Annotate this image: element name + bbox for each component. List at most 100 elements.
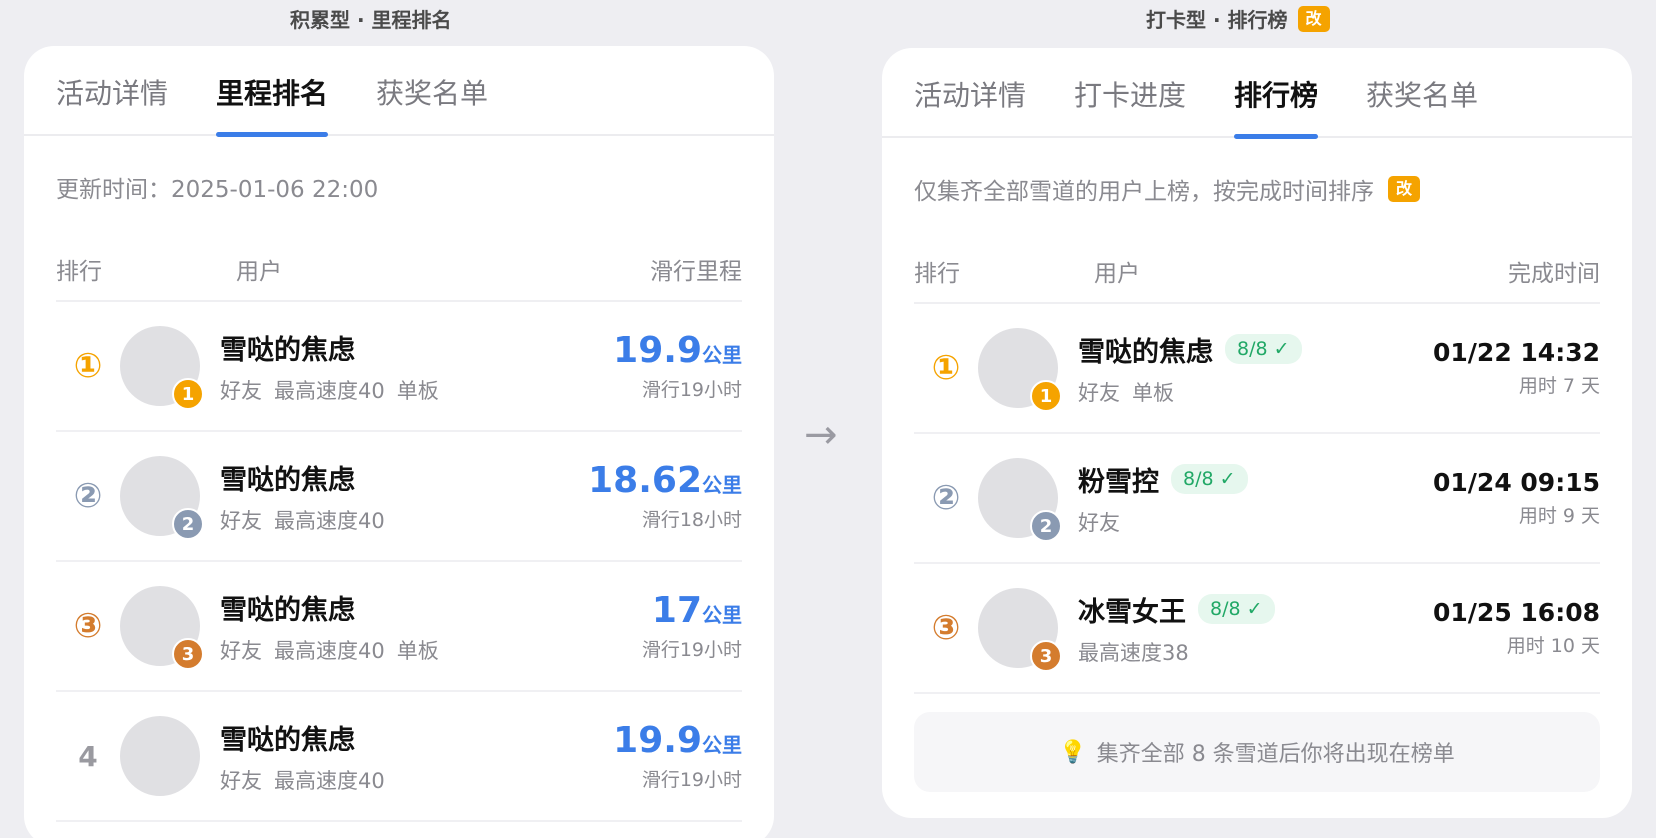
avatar[interactable]: 1 <box>978 328 1062 412</box>
changed-badge: 改 <box>1297 5 1330 32</box>
rule-text: 仅集齐全部雪道的用户上榜，按完成时间排序 <box>914 179 1374 205</box>
user-tag: 好友 <box>220 378 262 403</box>
leaderboard-tip: 💡 集齐全部 8 条雪道后你将出现在榜单 <box>914 712 1600 792</box>
user-tag: 最高速度40 <box>274 768 385 793</box>
user-name[interactable]: 粉雪控 <box>1078 460 1159 499</box>
checkin-complete-tag: 8/8 ✓ <box>1225 334 1302 364</box>
user-name[interactable]: 雪哒的焦虑 <box>1078 330 1213 369</box>
user-name[interactable]: 雪哒的焦虑 <box>220 588 642 627</box>
distance-value: 17 <box>651 590 702 631</box>
user-tag: 好友 <box>220 768 262 793</box>
distance-unit: 公里 <box>702 603 742 627</box>
header-user: 用户 <box>236 259 282 285</box>
time-used: 用时 10 天 <box>1506 635 1600 657</box>
table-header: 排行 用户 完成时间 <box>914 240 1600 304</box>
right-title-text: 打卡型 · 排行榜 <box>1146 8 1288 32</box>
distance-unit: 公里 <box>702 473 742 497</box>
finish-time: 01/25 16:08 <box>1433 598 1600 627</box>
rank-badge: 2 <box>1030 510 1062 542</box>
tab-award-list[interactable]: 获奖名单 <box>1366 48 1478 138</box>
tab-checkin-progress[interactable]: 打卡进度 <box>1074 48 1186 138</box>
ranking-row[interactable]: ② 2 雪哒的焦虑 好友 最高速度40 18.62公里 滑行18小时 <box>56 432 742 562</box>
avatar[interactable]: 2 <box>978 458 1062 542</box>
checkin-leaderboard-card: 活动详情 打卡进度 排行榜 获奖名单 仅集齐全部雪道的用户上榜，按完成时间排序 … <box>882 48 1632 818</box>
left-title-text: 积累型 · 里程排名 <box>290 8 452 32</box>
ranking-row[interactable]: 4 雪哒的焦虑 好友 最高速度40 19.9公里 滑行19小时 <box>56 692 742 822</box>
tab-activity-details[interactable]: 活动详情 <box>914 48 1026 138</box>
rank-number: ③ <box>73 606 103 646</box>
user-name[interactable]: 冰雪女王 <box>1078 590 1186 629</box>
ranking-row[interactable]: ② 2 粉雪控 8/8 ✓ 好友 01/24 09:15 用时 9 天 <box>914 434 1600 564</box>
user-tag: 好友 <box>1078 380 1120 405</box>
ski-duration: 滑行19小时 <box>641 379 742 401</box>
user-name[interactable]: 雪哒的焦虑 <box>220 328 613 367</box>
rank-badge: 1 <box>172 378 204 410</box>
avatar[interactable]: 1 <box>120 326 204 410</box>
rank-number: ② <box>931 478 961 518</box>
tab-mileage-ranking[interactable]: 里程排名 <box>216 46 329 137</box>
user-tag: 好友 <box>220 508 262 533</box>
lightbulb-icon: 💡 <box>1059 739 1087 765</box>
time-used: 用时 7 天 <box>1518 375 1600 397</box>
time-used: 用时 9 天 <box>1518 505 1600 527</box>
ranking-row[interactable]: ③ 3 雪哒的焦虑 好友 最高速度40 单板 17公里 滑行19小时 <box>56 562 742 692</box>
checkin-complete-tag: 8/8 ✓ <box>1171 464 1248 494</box>
user-tag: 最高速度40 <box>274 378 385 403</box>
left-panel-title: 积累型 · 里程排名 <box>290 4 452 33</box>
user-tag: 最高速度40 <box>274 638 385 663</box>
finish-time: 01/22 14:32 <box>1433 338 1600 367</box>
user-tag: 好友 <box>220 638 262 663</box>
tab-activity-details[interactable]: 活动详情 <box>56 46 168 136</box>
header-finish-time: 完成时间 <box>1508 261 1600 287</box>
table-header: 排行 用户 滑行里程 <box>56 238 742 302</box>
avatar[interactable] <box>120 716 200 796</box>
ski-duration: 滑行19小时 <box>641 639 742 661</box>
transition-arrow-icon: → <box>804 412 838 458</box>
header-user: 用户 <box>1094 261 1140 287</box>
avatar[interactable]: 2 <box>120 456 204 540</box>
user-tag: 好友 <box>1078 510 1120 535</box>
header-distance: 滑行里程 <box>650 259 742 285</box>
distance-value: 19.9 <box>613 720 702 761</box>
user-tag: 单板 <box>396 638 439 663</box>
rank-badge: 3 <box>1030 640 1062 672</box>
rank-number: ① <box>931 348 961 388</box>
distance-unit: 公里 <box>702 733 742 757</box>
distance-value: 19.9 <box>613 330 702 371</box>
rank-number: ③ <box>931 608 961 648</box>
user-tag: 最高速度38 <box>1078 640 1189 665</box>
avatar[interactable]: 3 <box>120 586 204 670</box>
tab-bar: 活动详情 打卡进度 排行榜 获奖名单 <box>882 48 1632 139</box>
tab-leaderboard[interactable]: 排行榜 <box>1234 48 1319 139</box>
rank-badge: 3 <box>172 638 204 670</box>
distance-unit: 公里 <box>702 343 742 367</box>
changed-badge: 改 <box>1388 176 1421 202</box>
leaderboard-rule-note: 仅集齐全部雪道的用户上榜，按完成时间排序 改 <box>914 138 1600 240</box>
distance-value: 18.62 <box>588 460 702 501</box>
user-name[interactable]: 雪哒的焦虑 <box>220 718 613 757</box>
ski-duration: 滑行19小时 <box>641 769 742 791</box>
tip-text: 集齐全部 8 条雪道后你将出现在榜单 <box>1096 742 1455 767</box>
ranking-row[interactable]: ③ 3 冰雪女王 8/8 ✓ 最高速度38 01/25 16:08 用时 10 … <box>914 564 1600 694</box>
ranking-row[interactable]: ① 1 雪哒的焦虑 8/8 ✓ 好友 单板 01/22 14:32 用时 7 天 <box>914 304 1600 434</box>
mileage-ranking-card: 活动详情 里程排名 获奖名单 更新时间：2025-01-06 22:00 排行 … <box>24 46 774 838</box>
ranking-row[interactable]: ① 1 雪哒的焦虑 好友 最高速度40 单板 19.9公里 滑行19小时 <box>56 302 742 432</box>
rank-badge: 2 <box>172 508 204 540</box>
user-name[interactable]: 雪哒的焦虑 <box>220 458 588 497</box>
header-rank: 排行 <box>56 259 102 285</box>
header-rank: 排行 <box>914 261 960 287</box>
tab-bar: 活动详情 里程排名 获奖名单 <box>24 46 774 137</box>
rank-badge: 1 <box>1030 380 1062 412</box>
finish-time: 01/24 09:15 <box>1433 468 1600 497</box>
right-panel-title: 打卡型 · 排行榜 改 <box>1146 4 1330 33</box>
avatar[interactable]: 3 <box>978 588 1062 672</box>
ski-duration: 滑行18小时 <box>641 509 742 531</box>
tab-award-list[interactable]: 获奖名单 <box>376 46 488 136</box>
checkin-complete-tag: 8/8 ✓ <box>1198 594 1275 624</box>
user-tag: 单板 <box>1132 380 1174 405</box>
user-tag: 单板 <box>396 378 439 403</box>
rank-number: ② <box>73 476 103 516</box>
update-time: 更新时间：2025-01-06 22:00 <box>56 177 379 203</box>
rank-number: ① <box>73 346 103 386</box>
rank-number: 4 <box>78 739 98 773</box>
